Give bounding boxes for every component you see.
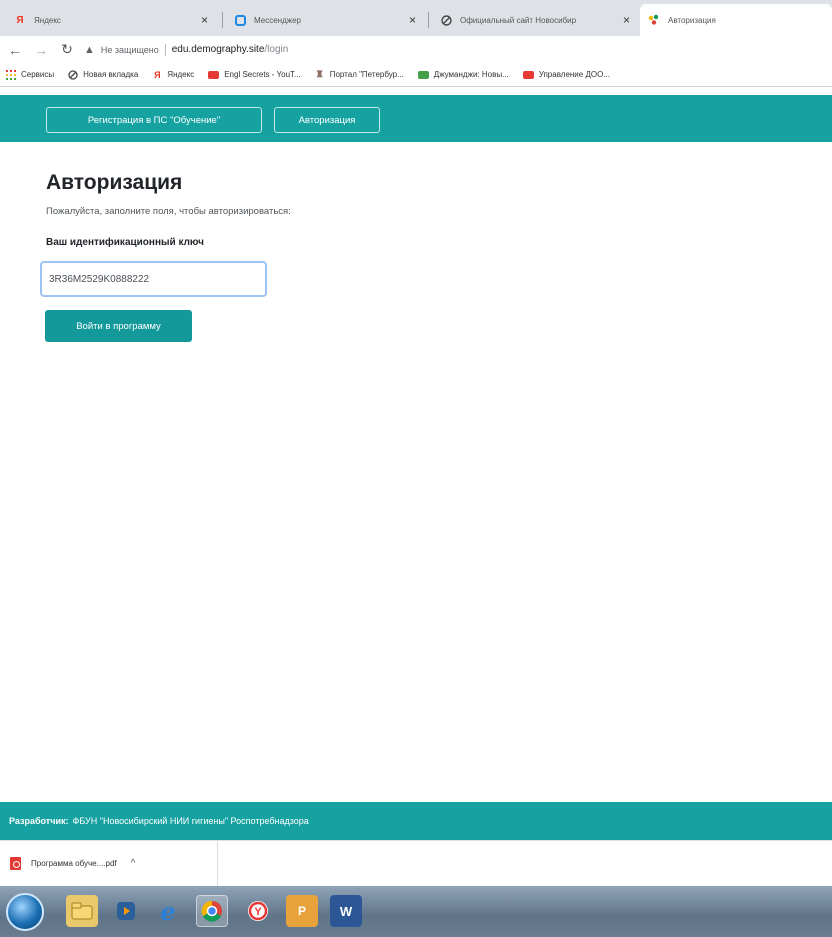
site-footer: Разработчик: ФБУН "Новосибирский НИИ гиг… [0,802,832,840]
bookmark-jumanji[interactable]: Джуманджи: Новы... [417,70,509,79]
bookmark-label: Engl Secrets - YouT... [224,70,301,79]
os-taskbar: e Y P W [0,886,832,937]
tab-messenger[interactable]: Мессенджер × [226,4,424,36]
bookmark-label: Новая вкладка [83,70,139,79]
word-icon[interactable]: W [330,895,362,927]
close-icon[interactable]: × [201,13,208,27]
apps-icon [6,69,16,80]
key-input[interactable] [40,261,267,297]
bookmark-doo[interactable]: Управление ДОО... [522,70,610,79]
url-path: /login [264,44,289,55]
tab-official-site[interactable]: Официальный сайт Новосибир × [432,4,638,36]
bookmark-label: Сервисы [21,70,55,79]
globe-icon [68,69,78,80]
powerpoint-icon[interactable]: P [286,895,318,927]
bookmarks-bar: Сервисы Новая вкладка Я Яндекс Engl Secr… [0,63,832,87]
bookmark-engl-secrets[interactable]: Engl Secrets - YouT... [208,70,301,79]
video-icon [417,70,429,79]
address-divider [164,43,166,56]
yandex-icon: Я [16,14,24,26]
reload-icon[interactable]: ↻ [56,39,78,61]
footer-text: ФБУН "Новосибирский НИИ гигиены" Роспотр… [72,816,309,826]
close-icon[interactable]: × [409,13,416,27]
footer-label: Разработчик: [9,816,69,826]
bookmark-label: Яндекс [167,70,195,79]
bookmark-label: Портал "Петербур... [329,70,404,79]
bookmark-services[interactable]: Сервисы [6,69,55,80]
tab-divider [428,12,429,28]
internet-explorer-icon[interactable]: e [152,895,184,927]
main-content: Авторизация Пожалуйста, заполните поля, … [0,142,832,802]
youtube-icon [208,70,220,79]
url-host: edu.demography.site [171,44,265,55]
portal-icon: ♜ [315,69,324,79]
forward-icon[interactable]: → [30,39,52,61]
close-icon[interactable]: × [623,13,630,27]
bookmark-label: Джуманджи: Новы... [433,70,509,79]
security-status: Не защищено [100,44,159,55]
youtube-icon [522,70,534,79]
page-subtitle: Пожалуйста, заполните поля, чтобы автори… [46,206,291,217]
bookmark-label: Управление ДОО... [538,70,610,79]
bookmark-new-tab[interactable]: Новая вкладка [68,69,139,80]
site-icon [648,14,660,26]
tab-title: Яндекс [34,15,61,25]
yandex-browser-icon[interactable]: Y [242,895,274,927]
address-bar[interactable]: ▲ Не защищено edu.demography.site /login [84,39,832,61]
download-item[interactable]: Программа обуче....pdf ^ [0,841,218,886]
tab-title: Мессенджер [254,15,301,25]
browser-tab-strip: Я Яндекс × Мессенджер × Официальный сайт… [0,0,832,36]
site-navbar: Регистрация в ПС "Обучение" Авторизация [0,95,832,142]
bookmark-portal[interactable]: ♜ Портал "Петербур... [315,69,404,80]
nav-login-link[interactable]: Авторизация [274,107,380,133]
chevron-up-icon[interactable]: ^ [131,858,136,869]
yandex-icon: Я [154,69,161,80]
file-explorer-icon[interactable] [66,895,98,927]
browser-toolbar: ← → ↻ ▲ Не защищено edu.demography.site … [0,36,832,63]
tab-yandex[interactable]: Я Яндекс × [6,4,216,36]
nav-register-link[interactable]: Регистрация в ПС "Обучение" [46,107,262,133]
key-field-label: Ваш идентификационный ключ [46,237,204,248]
tab-authorization[interactable]: Авторизация [640,4,832,36]
warning-icon: ▲ [84,43,95,56]
globe-icon [440,14,452,26]
tab-title: Авторизация [668,15,716,25]
tab-divider [222,12,223,28]
login-button[interactable]: Войти в программу [45,310,192,342]
svg-text:Y: Y [254,906,262,918]
chrome-icon[interactable] [196,895,228,927]
start-button-icon[interactable] [6,893,44,931]
bookmark-yandex[interactable]: Я Яндекс [152,70,194,80]
media-player-icon[interactable] [110,895,142,927]
pdf-file-icon [10,857,21,870]
messenger-icon [234,14,246,26]
back-icon[interactable]: ← [4,39,26,61]
download-filename: Программа обуче....pdf [31,859,117,868]
tab-title: Официальный сайт Новосибир [460,15,577,25]
download-shelf: Программа обуче....pdf ^ [0,840,832,886]
page-title: Авторизация [46,171,183,194]
